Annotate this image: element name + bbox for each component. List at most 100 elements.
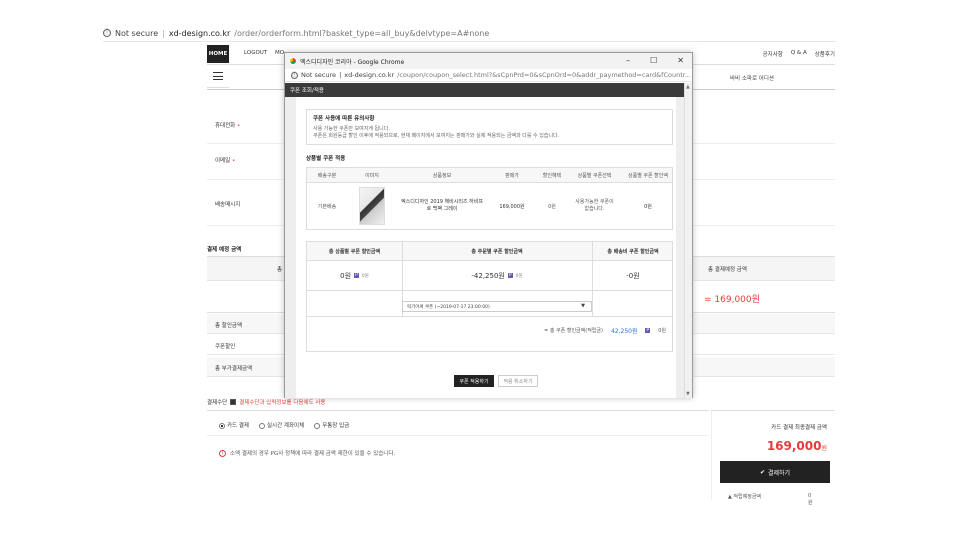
product-name[interactable]: 엑스디디자인 2019 헤비시리즈 하비프로 백팩 그레이 — [397, 183, 487, 229]
coupon-total: = 총 쿠폰 할인금액(적립금) 42,250원 P 0원 — [544, 326, 666, 335]
chrome-icon — [289, 57, 297, 65]
payment-method-label: 결제수단 — [207, 400, 228, 406]
product-thumbnail[interactable] — [359, 187, 385, 225]
shipping-type: 기본배송 — [317, 203, 337, 210]
logout-link[interactable]: LOGOUT — [244, 50, 267, 56]
url-path: /coupon/coupon_select.html?&sCpnPrd=0&sC… — [397, 71, 692, 79]
partial-menu-link[interactable]: MO — [275, 50, 284, 56]
popup-titlebar[interactable]: 엑스디디자인 코리아 - Google Chrome – ☐ ✕ — [285, 53, 692, 69]
column-header: 상품별 쿠폰선택 — [577, 172, 612, 179]
order-coupon-select[interactable]: 럭기어써 쿠폰 (~2019-07-17 23:00:00) ▼ — [402, 301, 592, 312]
summary-order-value: -42,250원 P 0원 — [471, 271, 523, 280]
phone-label: 휴대전화 • — [215, 123, 241, 129]
popup-address-bar[interactable]: ⓘ Not secure | xd-design.co.kr/coupon/co… — [285, 69, 692, 82]
save-method-checkbox[interactable] — [230, 399, 237, 405]
point-icon: P — [507, 273, 513, 278]
coupon-summary: 총 상품별 쿠폰 할인금액 총 주문별 쿠폰 할인금액 총 배송비 쿠폰 할인금… — [306, 241, 673, 352]
column-header: 상품정보 — [432, 172, 452, 179]
review-link[interactable]: 상품후기 — [815, 50, 835, 58]
address-bar[interactable]: ⓘ Not secure | xd-design.co.kr/order/ord… — [103, 26, 836, 40]
radio-icon[interactable] — [314, 422, 321, 429]
payment-method-line: 결제수단 결제수단과 입력정보를 다음에도 사용 — [207, 398, 325, 406]
popup-scrollbar[interactable]: ▲ ▼ — [684, 83, 692, 398]
summary-header: 총 상품별 쿠폰 할인금액 총 주문별 쿠폰 할인금액 총 배송비 쿠폰 할인금… — [307, 242, 672, 261]
coupon-discount: 0원 — [644, 203, 652, 210]
product-coupon-table: 배송구분 이미지 상품정보 판매가 할인혜택 상품별 쿠폰선택 상품별 쿠폰 할… — [306, 167, 673, 230]
top-right-links: 공지사항 Q & A 상품후기 — [763, 50, 835, 58]
radio-icon[interactable] — [259, 422, 265, 429]
summary-product-value: 0원 P 0원 — [340, 271, 369, 280]
points-expected: ▲ 적립예정금액 0원 — [728, 493, 813, 506]
summary-header-shipping: 총 배송비 쿠폰 할인금액 — [607, 248, 659, 255]
product-price: 169,000원 — [499, 203, 525, 210]
coupon-select-status: 사용가능한 쿠폰이 없습니다. — [575, 199, 614, 212]
divider — [592, 242, 593, 317]
pay-button[interactable]: ✔ 결제하기 — [720, 461, 830, 483]
coupon-notice: 쿠폰 사용에 따른 유의사항 사용 가능한 쿠폰만 보여지게 됩니다. 쿠폰은 … — [306, 109, 673, 145]
url-domain: xd-design.co.kr — [168, 28, 231, 38]
coupon-total-point: 0원 — [658, 328, 666, 334]
product-image-cell — [347, 183, 397, 229]
coupon-discount-label: 쿠폰할인 — [215, 344, 236, 350]
point-icon: P — [354, 273, 359, 278]
option-deposit[interactable]: 무통장 입금 — [314, 421, 349, 429]
divider — [207, 435, 709, 436]
info-icon[interactable]: ⓘ — [291, 71, 298, 79]
hamburger-menu-icon[interactable] — [213, 72, 223, 80]
summary-shipping-value: -0원 — [626, 271, 640, 280]
popup-content: 쿠폰 사용에 따른 유의사항 사용 가능한 쿠폰만 보여지게 됩니다. 쿠폰은 … — [296, 97, 676, 398]
column-header: 할인혜택 — [542, 172, 562, 179]
notice-line: 쿠폰은 회원등급 할인 이후에 적용되므로, 현재 페이지에서 보여지는 판매가… — [313, 133, 560, 139]
table-row: 기본배송 엑스디디자인 2019 헤비시리즈 하비프로 백팩 그레이 169,0… — [307, 183, 672, 229]
warning-icon: ! — [219, 450, 226, 457]
close-icon[interactable]: ✕ — [677, 56, 684, 65]
apply-coupon-button[interactable]: 쿠폰 적용하기 — [454, 375, 494, 387]
discount-total-label: 총 할인금액 — [215, 323, 243, 329]
notice-line: 사용 가능한 쿠폰만 보여지게 됩니다. — [313, 126, 390, 132]
product-coupon-title: 상품별 쿠폰 적용 — [306, 156, 346, 162]
check-icon: ✔ — [759, 468, 765, 476]
save-method-note: 결제수단과 입력정보를 다음에도 사용 — [239, 400, 326, 406]
scroll-up-icon[interactable]: ▲ — [686, 84, 690, 90]
option-card[interactable]: 카드 결제 — [219, 421, 249, 429]
cancel-coupon-button[interactable]: 적용 취소하기 — [498, 375, 538, 387]
search-hint[interactable]: 바비 소파로 어디션 — [730, 74, 774, 82]
column-header: 상품별 쿠폰 할인액 — [628, 172, 668, 179]
column-header: 판매가 — [505, 172, 519, 179]
email-label: 이메일 • — [215, 158, 236, 164]
popup-heading: 쿠폰 조회/적용 — [285, 83, 686, 97]
payment-expected-title: 결제 예정 금액 — [207, 247, 242, 253]
coupon-popup-window: 엑스디디자인 코리아 - Google Chrome – ☐ ✕ ⓘ Not s… — [284, 52, 693, 398]
qna-link[interactable]: Q & A — [791, 50, 807, 58]
minimize-icon[interactable]: – — [626, 56, 630, 65]
home-link[interactable]: HOME — [207, 45, 229, 63]
band-left-label: 총 — [277, 267, 283, 273]
chevron-down-icon: ▼ — [581, 303, 585, 309]
summary-values: 0원 P 0원 -42,250원 P 0원 -0원 — [307, 261, 672, 291]
separator: | — [339, 71, 342, 79]
final-payment-title: 카드 결제 최종결제 금액 — [771, 425, 827, 431]
payment-options: 카드 결제 실시간 계좌이체 무통장 입금 — [219, 421, 349, 429]
coupon-total-value: 42,250원 — [610, 328, 638, 335]
popup-body: 쿠폰 사용에 따른 유의사항 사용 가능한 쿠폰만 보여지게 됩니다. 쿠폰은 … — [285, 97, 686, 398]
url-path: /order/orderform.html?basket_type=all_bu… — [234, 28, 490, 38]
not-secure-label: Not secure — [115, 28, 159, 38]
url-domain: xd-design.co.kr — [344, 71, 395, 79]
extra-payment-label: 총 부가결제금액 — [215, 366, 253, 372]
info-icon[interactable]: ⓘ — [103, 29, 111, 37]
payment-warning: ! 소액 결제의 경우 PG사 정책에 따라 결제 금액 제한이 있을 수 있습니… — [219, 449, 395, 457]
column-header: 이미지 — [365, 172, 379, 179]
maximize-icon[interactable]: ☐ — [650, 56, 657, 65]
payment-options-box: 카드 결제 실시간 계좌이체 무통장 입금 ! 소액 결제의 경우 PG사 정책에… — [207, 410, 709, 500]
window-controls: – ☐ ✕ — [626, 56, 684, 65]
radio-icon[interactable] — [219, 422, 225, 429]
notice-link[interactable]: 공지사항 — [763, 50, 783, 58]
final-payment-box: 카드 결제 최종결제 금액 169,000원 ✔ 결제하기 ▲ 적립예정금액 0원 — [711, 410, 835, 506]
scroll-down-icon[interactable]: ▼ — [686, 391, 690, 397]
option-bank-transfer[interactable]: 실시간 계좌이체 — [259, 421, 304, 429]
product-benefit: 0원 — [548, 203, 556, 210]
final-payment-amount: 169,000원 — [766, 439, 827, 453]
table-header: 배송구분 이미지 상품정보 판매가 할인혜택 상품별 쿠폰선택 상품별 쿠폰 할… — [307, 168, 672, 183]
not-secure-label: Not secure — [301, 71, 337, 79]
message-label: 배송메시지 — [215, 202, 241, 208]
